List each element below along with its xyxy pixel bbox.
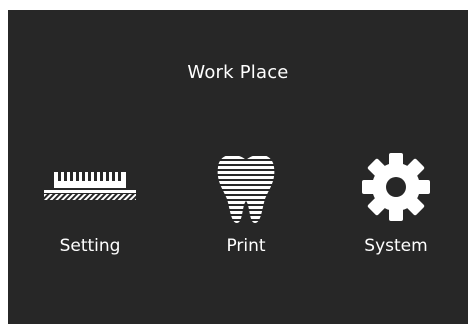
setting-label: Setting	[59, 236, 121, 256]
print-label: Print	[226, 236, 266, 256]
work-place-screen: Work Place Setting Print System	[8, 10, 468, 324]
system-button[interactable]: System	[336, 153, 456, 274]
printer-platform-icon	[44, 172, 136, 200]
page-title: Work Place	[187, 62, 289, 83]
setting-button[interactable]: Setting	[30, 154, 150, 274]
print-button[interactable]: Print	[186, 154, 306, 274]
gear-icon	[362, 153, 430, 221]
tooth-icon	[217, 156, 275, 224]
system-label: System	[364, 236, 428, 256]
